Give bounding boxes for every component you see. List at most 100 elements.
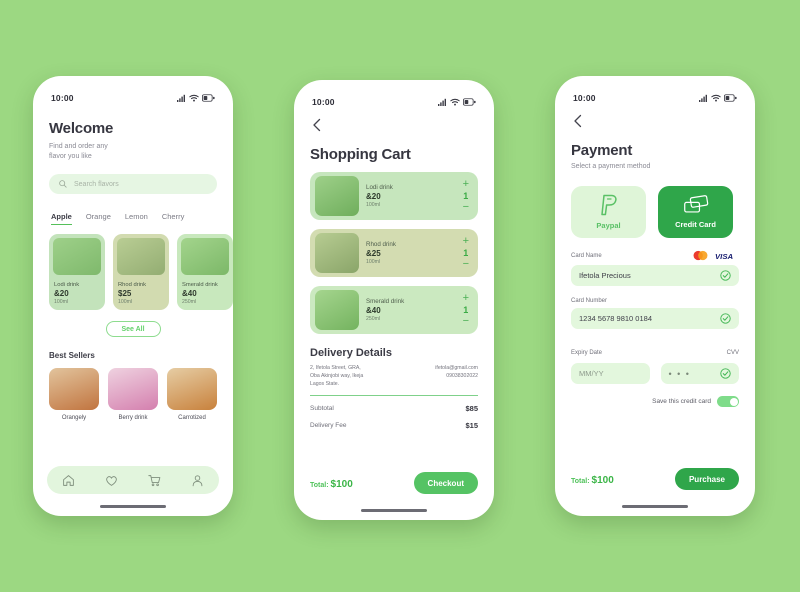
quantity-value: 1 — [463, 305, 469, 315]
total-value: $100 — [591, 475, 614, 486]
product-name: Rhod drink — [118, 282, 147, 289]
cart-item-list: Lodi drink &20 100ml + 1 − Rhod drink &2… — [310, 172, 478, 334]
payment-method-credit-card[interactable]: Credit Card — [658, 186, 733, 239]
card-number-label: Card Number — [571, 298, 608, 305]
credit-card-icon — [683, 195, 708, 213]
best-seller-label: Orangely — [61, 415, 87, 422]
check-circle-icon — [720, 368, 731, 379]
summary-row: Subtotal $85 — [310, 404, 478, 413]
heart-icon[interactable] — [105, 474, 118, 487]
best-seller-image — [108, 368, 158, 411]
see-all-button[interactable]: See All — [105, 321, 161, 338]
welcome-block: Welcome Find and order any flavor you li… — [49, 120, 217, 162]
expiry-value: MM/YY — [579, 369, 604, 379]
status-bar: 10:00 — [310, 80, 478, 110]
product-price: &20 — [54, 289, 69, 299]
save-card-label: Save this credit card — [652, 398, 711, 406]
card-number-input[interactable]: 1234 5678 9810 0184 — [571, 308, 739, 330]
signal-icon — [177, 94, 185, 102]
purchase-button[interactable]: Purchase — [674, 468, 739, 490]
decrease-quantity-button[interactable]: − — [463, 202, 469, 213]
home-screen: 10:00 Welcome Find and order any flavor … — [33, 76, 233, 516]
product-card[interactable]: Rhod drink $25 100ml — [113, 234, 169, 311]
cvv-input[interactable]: • • • — [660, 363, 739, 385]
cart-item-image — [315, 176, 359, 216]
battery-icon — [463, 98, 476, 106]
cart-icon[interactable] — [148, 474, 161, 487]
checkout-button[interactable]: Checkout — [413, 472, 478, 494]
card-number-head: Card Number — [571, 298, 739, 304]
increase-quantity-button[interactable]: + — [463, 293, 469, 304]
page-title: Welcome — [49, 120, 114, 137]
cart-item-price: &20 — [366, 192, 381, 201]
quantity-stepper: + 1 − — [463, 293, 469, 327]
home-indicator — [361, 509, 427, 512]
cart-item[interactable]: Lodi drink &20 100ml + 1 − — [310, 172, 478, 220]
expiry-input[interactable]: MM/YY — [571, 363, 650, 385]
card-name-value: Ifetola Precious — [579, 271, 631, 281]
best-seller-item[interactable]: Berry drink — [108, 368, 158, 421]
status-icons — [438, 98, 476, 106]
cart-item-volume: 100ml — [366, 259, 381, 265]
page-title: Shopping Cart — [310, 146, 411, 163]
tab-lemon[interactable]: Lemon — [125, 212, 148, 225]
home-indicator — [622, 505, 688, 508]
payment-method-paypal[interactable]: Paypal — [571, 186, 646, 239]
product-thumbnail — [117, 238, 165, 276]
product-name: Smerald drink — [182, 282, 218, 289]
decrease-quantity-button[interactable]: − — [463, 316, 469, 327]
profile-icon[interactable] — [191, 474, 204, 487]
search-input[interactable]: Search flavors — [49, 174, 217, 195]
divider — [310, 395, 478, 397]
decrease-quantity-button[interactable]: − — [463, 259, 469, 270]
home-subtitle: Find and order any flavor you like — [49, 143, 108, 161]
card-name-label: Card Name — [571, 252, 602, 259]
battery-icon — [202, 94, 215, 102]
back-button[interactable] — [571, 114, 585, 128]
save-card-toggle[interactable] — [717, 396, 739, 408]
card-name-field-group: Card Name VISA Ifetola Precious — [571, 250, 739, 287]
product-name: Lodi drink — [54, 282, 80, 289]
summary-label: Delivery Fee — [310, 422, 347, 430]
tab-apple[interactable]: Apple — [51, 212, 72, 226]
increase-quantity-button[interactable]: + — [463, 236, 469, 247]
product-price: $25 — [118, 289, 132, 299]
cart-screen: 10:00 Shopping Cart Lodi drink &20 100ml… — [294, 80, 494, 520]
summary-value: $15 — [465, 421, 478, 431]
best-seller-item[interactable]: Carrotized — [167, 368, 217, 421]
tab-cherry[interactable]: Cherry — [162, 212, 185, 225]
summary-value: $85 — [465, 404, 478, 414]
total-label: Total: — [571, 478, 590, 485]
card-name-input[interactable]: Ifetola Precious — [571, 265, 739, 287]
best-seller-item[interactable]: Orangely — [49, 368, 99, 421]
phone-mockup-cart: 10:00 Shopping Cart Lodi drink &20 100ml… — [294, 80, 494, 520]
cart-item[interactable]: Rhod drink &25 100ml + 1 − — [310, 229, 478, 277]
signal-icon — [438, 98, 446, 106]
flavor-tabs: Apple Orange Lemon Cherry — [49, 212, 217, 226]
delivery-address: 2, Ifetola Street, GRA, Oba Akinjobi way… — [310, 365, 364, 388]
bottom-navigation — [47, 466, 219, 494]
cart-item-name: Lodi drink — [366, 184, 393, 191]
increase-quantity-button[interactable]: + — [463, 179, 469, 190]
expiry-label: Expiry Date — [571, 350, 603, 357]
home-icon[interactable] — [62, 474, 75, 487]
quantity-stepper: + 1 − — [463, 236, 469, 270]
product-card[interactable]: Lodi drink &20 100ml — [49, 234, 105, 311]
quantity-value: 1 — [463, 191, 469, 201]
cart-item-image — [315, 290, 359, 330]
status-time: 10:00 — [51, 93, 74, 103]
visa-icon: VISA — [715, 251, 733, 260]
back-button[interactable] — [310, 118, 324, 132]
product-card[interactable]: Smerald drink &40 250ml — [177, 234, 233, 311]
check-circle-icon — [720, 313, 731, 324]
status-time: 10:00 — [312, 97, 335, 107]
wifi-icon — [711, 94, 721, 102]
tab-orange[interactable]: Orange — [86, 212, 111, 225]
payment-subtitle: Select a payment method — [571, 163, 651, 170]
status-icons — [699, 94, 737, 102]
summary-label: Subtotal — [310, 405, 334, 413]
product-volume: 100ml — [118, 299, 133, 306]
product-price: &40 — [182, 289, 197, 299]
status-bar: 10:00 — [571, 76, 739, 106]
cart-item[interactable]: Smerald drink &40 250ml + 1 − — [310, 286, 478, 334]
